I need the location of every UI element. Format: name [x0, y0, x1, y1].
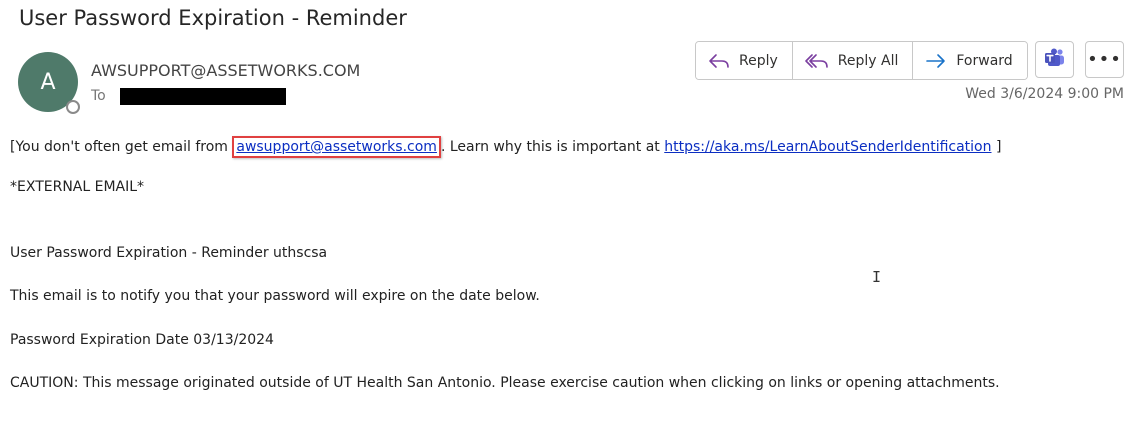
teams-button[interactable]: [1035, 41, 1074, 78]
more-icon: •••: [1087, 49, 1122, 70]
reply-all-icon: [804, 52, 829, 70]
forward-button[interactable]: Forward: [913, 42, 1027, 79]
notice-middle: . Learn why this is important at: [440, 139, 665, 155]
learn-more-link[interactable]: https://aka.ms/LearnAboutSenderIdentific…: [664, 139, 991, 155]
sent-date: Wed 3/6/2024 9:00 PM: [965, 86, 1124, 102]
reply-label: Reply: [739, 52, 778, 69]
more-actions-button[interactable]: •••: [1085, 41, 1124, 78]
sender-email-highlight: awsupport@assetworks.com: [232, 136, 441, 158]
reply-icon: [708, 52, 730, 70]
message-actions: Reply Reply All Forward: [695, 41, 1028, 80]
presence-icon: [66, 100, 80, 114]
email-subject: User Password Expiration - Reminder: [19, 6, 407, 30]
sender-avatar[interactable]: A: [18, 52, 80, 114]
redacted-recipient: [119, 88, 286, 105]
to-label: To: [91, 87, 106, 104]
body-line-title: User Password Expiration - Reminder uths…: [10, 245, 328, 261]
body-line-expiration-date: Password Expiration Date 03/13/2024: [10, 332, 274, 348]
notice-suffix: ]: [991, 139, 1002, 155]
recipient-row: To: [91, 86, 286, 105]
sender-address[interactable]: AWSUPPORT@ASSETWORKS.COM: [91, 61, 360, 80]
notice-prefix: [You don't often get email from: [10, 139, 233, 155]
forward-icon: [925, 52, 947, 70]
teams-icon: [1044, 48, 1066, 72]
sender-identification-notice: [You don't often get email from awsuppor…: [10, 136, 1001, 158]
reply-all-label: Reply All: [837, 52, 899, 69]
reply-button[interactable]: Reply: [696, 42, 793, 79]
reply-all-button[interactable]: Reply All: [792, 42, 914, 79]
sender-email-link[interactable]: awsupport@assetworks.com: [236, 139, 437, 155]
body-line-notification: This email is to notify you that your pa…: [10, 288, 540, 304]
body-line-caution: CAUTION: This message originated outside…: [10, 375, 1000, 391]
avatar-letter: A: [40, 69, 56, 95]
text-cursor-icon: I: [872, 268, 882, 286]
external-email-tag: *EXTERNAL EMAIL*: [10, 179, 145, 195]
forward-label: Forward: [956, 52, 1013, 69]
